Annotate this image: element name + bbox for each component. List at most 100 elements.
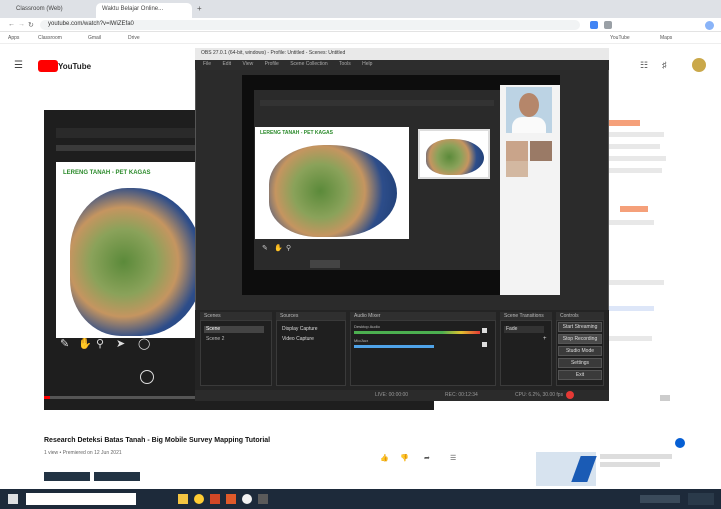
extension-icon[interactable] — [590, 21, 598, 29]
system-tray[interactable] — [640, 495, 680, 503]
app-icon[interactable] — [226, 494, 236, 504]
transitions-dock-title: Scene Transitions — [500, 312, 552, 320]
capture-toolbar — [260, 100, 494, 106]
apps-icon[interactable]: ☷ — [640, 60, 648, 71]
play-icon[interactable] — [140, 370, 154, 384]
new-tab-button[interactable]: + — [197, 4, 202, 13]
stop-recording-button[interactable]: Stop Recording — [558, 334, 602, 344]
like-icon[interactable]: 👍 — [380, 454, 389, 462]
tab-label: Waktu Belajar Online... — [102, 6, 164, 12]
scenes-dock-title: Scenes — [200, 312, 272, 320]
tab-classroom[interactable]: Classroom (Web) — [10, 3, 92, 18]
autoplay-toggle[interactable] — [675, 438, 685, 448]
transition-select[interactable]: Fade — [504, 326, 544, 333]
chat-message — [604, 132, 664, 137]
pen-icon[interactable]: ✎ — [60, 337, 69, 350]
app-icon[interactable] — [258, 494, 268, 504]
video-toolbar — [56, 145, 206, 151]
obs-status-bar: LIVE: 00:00:00 REC: 00:12:34 CPU: 6.2%, … — [195, 390, 609, 401]
participant-thumbnail — [530, 141, 552, 161]
obs-title-bar: OBS 27.0.1 (64-bit, windows) - Profile: … — [195, 48, 609, 60]
participant-thumbnail — [506, 161, 528, 177]
dislike-icon[interactable]: 👎 — [400, 454, 409, 462]
source-item[interactable]: Video Capture — [280, 336, 342, 343]
eraser-icon[interactable]: ◯ — [138, 337, 150, 350]
menu-icon[interactable]: ☰ — [14, 60, 23, 71]
speaker-icon[interactable] — [482, 342, 487, 347]
file-explorer-icon[interactable] — [178, 494, 188, 504]
share-icon[interactable]: ➦ — [424, 454, 430, 462]
avatar[interactable] — [692, 58, 706, 72]
youtube-logo-icon[interactable] — [38, 60, 58, 72]
channel-button[interactable] — [44, 472, 90, 481]
chat-message — [604, 280, 664, 285]
notification-icon[interactable]: ♯ — [662, 60, 667, 70]
recommended-title[interactable] — [600, 454, 672, 459]
menu-item[interactable]: Profile — [265, 61, 279, 67]
scene-item[interactable]: Scene — [204, 326, 264, 333]
speaker-icon[interactable] — [482, 328, 487, 333]
subscribe-button[interactable] — [94, 472, 140, 481]
obs-window-title: OBS 27.0.1 (64-bit, windows) - Profile: … — [201, 50, 346, 56]
record-indicator-icon — [566, 391, 574, 399]
bookmark-item[interactable]: Maps — [660, 35, 672, 41]
bookmark-item[interactable]: Classroom — [38, 35, 62, 41]
bookmarks-bar: Apps Classroom Gmail Drive YouTube Maps — [0, 32, 721, 44]
chat-message — [604, 306, 654, 311]
forward-icon[interactable]: → — [18, 21, 25, 28]
zoom-icon[interactable]: ⚲ — [96, 337, 104, 350]
save-icon[interactable]: ☰ — [450, 454, 456, 462]
bookmark-item[interactable]: Drive — [128, 35, 140, 41]
search-box[interactable] — [26, 493, 136, 505]
clock[interactable] — [688, 493, 714, 505]
menu-item[interactable]: View — [242, 61, 253, 67]
obs-icon[interactable] — [242, 494, 252, 504]
url-text: youtube.com/watch?v=lWiZEfa0 — [48, 21, 134, 27]
browser-tab-bar: Classroom (Web) Waktu Belajar Online... … — [0, 0, 721, 18]
pointer-icon[interactable]: ➤ — [116, 337, 125, 350]
back-icon[interactable]: ← — [8, 21, 15, 28]
menu-item[interactable]: Help — [362, 61, 372, 67]
menu-item[interactable]: Scene Collection — [290, 61, 328, 67]
menu-item[interactable]: Tools — [339, 61, 351, 67]
add-icon[interactable]: + — [543, 336, 550, 343]
obs-menu-bar: File Edit View Profile Scene Collection … — [195, 60, 609, 70]
reload-icon[interactable]: ↻ — [28, 21, 34, 29]
controls-dock-title: Controls — [556, 312, 604, 320]
progress-fill — [44, 396, 50, 399]
settings-button[interactable]: Settings — [558, 358, 602, 368]
bookmark-item[interactable]: Gmail — [88, 35, 101, 41]
chat-message — [604, 336, 652, 341]
participant-thumbnail — [506, 141, 528, 161]
chat-message — [604, 220, 654, 225]
source-item[interactable]: Display Capture — [280, 326, 342, 333]
tab-youtube[interactable]: Waktu Belajar Online... — [96, 3, 192, 18]
map-image — [269, 145, 397, 237]
recommended-title[interactable] — [600, 462, 660, 467]
bookmark-item[interactable]: YouTube — [610, 35, 630, 41]
url-field[interactable]: youtube.com/watch?v=lWiZEfa0 — [40, 20, 580, 30]
exit-button[interactable]: Exit — [558, 370, 602, 380]
shoulders-icon — [512, 117, 546, 133]
start-streaming-button[interactable]: Start Streaming — [558, 322, 602, 332]
chrome-icon[interactable] — [194, 494, 204, 504]
address-bar: ← → ↻ youtube.com/watch?v=lWiZEfa0 — [0, 18, 721, 32]
preview-slide-thumbnail — [418, 129, 490, 179]
windows-start-icon[interactable] — [8, 494, 18, 504]
powerpoint-icon[interactable] — [210, 494, 220, 504]
taskbar — [0, 489, 721, 509]
scene-item[interactable]: Scene 2 — [204, 336, 264, 343]
profile-icon[interactable] — [705, 21, 714, 30]
bookmark-item[interactable]: Apps — [8, 35, 19, 41]
video-title: Research Deteksi Batas Tanah - Big Mobil… — [44, 437, 271, 444]
recommended-thumbnail[interactable] — [536, 452, 597, 486]
chat-send-icon[interactable] — [660, 395, 670, 401]
chat-message — [604, 156, 666, 161]
zoom-icon: ⚲ — [286, 245, 292, 252]
extension-icon[interactable] — [604, 21, 612, 29]
slide-title: LERENG TANAH - PET KAGAS — [63, 170, 151, 176]
menu-item[interactable]: Edit — [222, 61, 231, 67]
studio-mode-button[interactable]: Studio Mode — [558, 346, 602, 356]
menu-item[interactable]: File — [203, 61, 211, 67]
hand-icon[interactable]: ✋ — [78, 337, 92, 350]
